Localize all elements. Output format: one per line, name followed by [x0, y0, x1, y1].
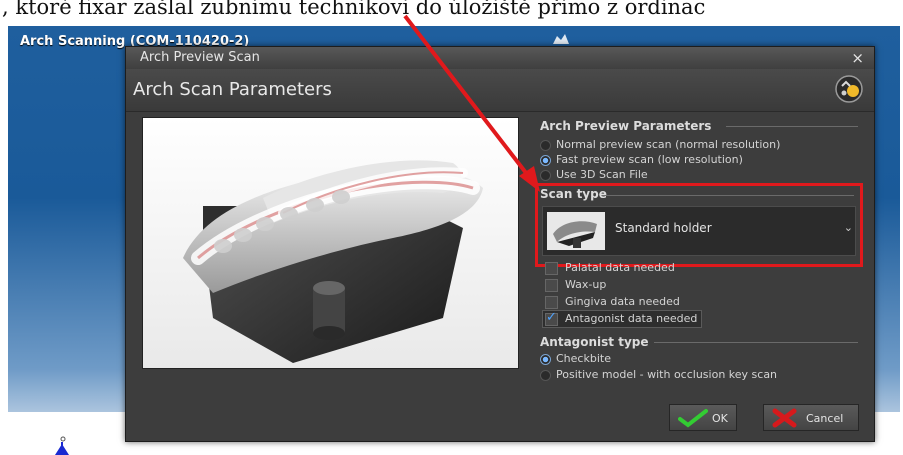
checkbox-wax-up[interactable]: Wax-up	[545, 278, 606, 292]
checkmark-icon	[678, 409, 708, 428]
antagonist-type-title: Antagonist type	[540, 335, 649, 349]
ok-label: OK	[712, 412, 728, 425]
scan-type-select[interactable]: Standard holder ⌄	[542, 206, 856, 256]
app-tray-icon	[551, 32, 571, 46]
radio-selected-icon	[540, 154, 551, 166]
checkbox-palatal-data[interactable]: Palatal data needed	[545, 261, 675, 275]
radio-label: Positive model - with occlusion key scan	[556, 368, 778, 381]
radio-icon	[540, 369, 551, 381]
dialog-titlebar[interactable]: Arch Preview Scan ×	[126, 47, 874, 69]
scan-type-title: Scan type	[540, 187, 607, 201]
scan-type-highlight: Scan type Standard holder ⌄	[535, 183, 863, 267]
radio-label: Use 3D Scan File	[556, 168, 648, 181]
dialog-title: Arch Preview Scan	[140, 50, 260, 65]
section-divider	[654, 342, 858, 343]
cancel-x-icon	[772, 408, 797, 428]
checkbox-antagonist-data[interactable]: ✓ Antagonist data needed	[542, 309, 703, 328]
checkbox-gingiva-data[interactable]: Gingiva data needed	[545, 295, 680, 309]
checkbox-label: Antagonist data needed	[565, 312, 698, 325]
help-wizard-icon[interactable]	[834, 74, 864, 104]
radio-label: Normal preview scan (normal resolution)	[556, 138, 781, 151]
checkbox-icon	[545, 261, 558, 275]
arch-preview-scan-dialog: Arch Preview Scan × Arch Scan Parameters	[125, 46, 875, 442]
section-divider	[602, 195, 854, 196]
checkmark-icon: ✓	[546, 309, 557, 325]
radio-use-3d-scan-file[interactable]: Use 3D Scan File	[540, 168, 648, 181]
axis-triad-icon	[55, 436, 69, 455]
arch-preview-parameters-title: Arch Preview Parameters	[540, 119, 712, 133]
section-divider	[726, 126, 858, 127]
radio-fast-preview[interactable]: Fast preview scan (low resolution)	[540, 153, 743, 166]
checkbox-label: Gingiva data needed	[565, 295, 680, 308]
cancel-label: Cancel	[806, 412, 844, 425]
dialog-header: Arch Scan Parameters	[126, 69, 874, 112]
radio-icon	[540, 169, 551, 181]
close-icon[interactable]: ×	[851, 47, 864, 69]
ok-button[interactable]: OK	[669, 404, 737, 431]
scan-type-value: Standard holder	[615, 221, 712, 235]
holder-thumbnail-icon	[547, 212, 605, 250]
radio-icon	[540, 139, 551, 151]
checkbox-label: Palatal data needed	[565, 261, 675, 274]
radio-selected-icon	[540, 353, 551, 365]
radio-checkbite[interactable]: Checkbite	[540, 352, 611, 365]
cancel-button[interactable]: Cancel	[763, 404, 859, 431]
checkbox-checked-icon: ✓	[545, 309, 558, 326]
checkbox-label: Wax-up	[565, 278, 607, 291]
arch-preview-image	[142, 117, 519, 369]
dialog-heading: Arch Scan Parameters	[133, 79, 332, 100]
radio-label: Fast preview scan (low resolution)	[556, 153, 743, 166]
radio-label: Checkbite	[556, 352, 611, 365]
checkbox-icon	[545, 278, 558, 292]
page-caption: , ktoré fixar zašlal zubnímu technikovi …	[0, 0, 903, 22]
radio-normal-preview[interactable]: Normal preview scan (normal resolution)	[540, 138, 780, 151]
checkbox-icon	[545, 295, 558, 309]
chevron-down-icon[interactable]: ⌄	[844, 221, 853, 234]
radio-positive-model[interactable]: Positive model - with occlusion key scan	[540, 368, 777, 381]
